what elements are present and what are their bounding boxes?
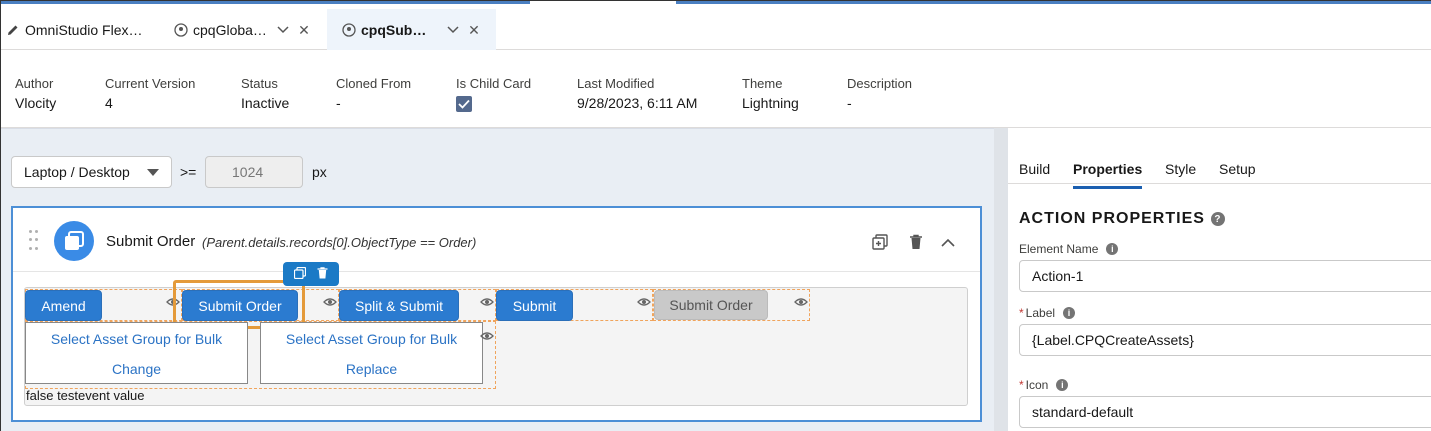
eye-icon[interactable] — [636, 296, 652, 308]
close-icon[interactable]: ✕ — [466, 22, 482, 38]
chevron-down-icon[interactable] — [445, 22, 461, 38]
icon-input[interactable]: standard-default — [1019, 396, 1431, 428]
amend-button[interactable]: Amend — [25, 290, 102, 321]
eye-icon[interactable] — [793, 296, 809, 308]
eye-icon[interactable] — [479, 296, 495, 308]
tab-indicator — [1, 1, 530, 4]
check-icon — [458, 99, 470, 109]
drag-handle-icon[interactable] — [29, 230, 39, 252]
element-name-input[interactable]: Action-1 — [1019, 260, 1431, 292]
card-info-header: Author Vlocity Current Version 4 Status … — [1, 50, 1431, 128]
info-icon[interactable]: i — [1063, 307, 1076, 319]
bulk-change-action[interactable]: Select Asset Group for Bulk Change — [25, 322, 248, 384]
card-state-header: Submit Order (Parent.details.records[0].… — [13, 208, 980, 272]
text-element: false testevent value — [26, 388, 145, 403]
eye-icon[interactable] — [322, 296, 338, 308]
tab-indicator — [676, 1, 1431, 4]
field-current-version: Current Version 4 — [105, 76, 196, 111]
eye-icon[interactable] — [479, 330, 495, 342]
chevron-down-icon[interactable] — [275, 22, 291, 38]
panel-divider[interactable] — [994, 128, 1008, 431]
device-select[interactable]: Laptop / Desktop — [11, 156, 172, 188]
card-state-title: Submit Order — [106, 233, 196, 250]
caret-down-icon — [147, 169, 159, 176]
flexcard-icon — [173, 22, 189, 38]
viewport-width-input[interactable]: 1024 — [205, 156, 303, 188]
child-card-checkbox — [456, 96, 472, 112]
flexcard-icon — [341, 22, 357, 38]
info-icon[interactable]: i — [1106, 243, 1119, 255]
tab-cpqglobal[interactable]: cpqGloba… ✕ — [169, 9, 327, 50]
label-input[interactable]: {Label.CPQCreateAssets} — [1019, 324, 1431, 356]
submit-button[interactable]: Submit — [496, 290, 573, 321]
tab-cpqsub[interactable]: cpqSub… ✕ — [327, 9, 496, 50]
clone-icon[interactable] — [871, 233, 889, 251]
field-author: Author Vlocity — [15, 76, 57, 111]
field-theme: Theme Lightning — [742, 76, 799, 111]
tab-style[interactable]: Style — [1165, 161, 1196, 177]
tab-build[interactable]: Build — [1019, 161, 1050, 177]
properties-panel: Build Properties Style Setup ACTION PROP… — [1008, 128, 1431, 431]
device-select-value: Laptop / Desktop — [24, 164, 130, 180]
tab-omnistudio[interactable]: OmniStudio Flex… — [1, 9, 161, 50]
close-icon[interactable]: ✕ — [296, 22, 312, 38]
label-field-label: * Label i — [1019, 306, 1076, 320]
chevron-up-icon[interactable] — [939, 233, 957, 251]
panel-tabs: Build Properties Style Setup — [1008, 128, 1431, 189]
tab-properties[interactable]: Properties — [1073, 161, 1143, 189]
card-state-icon — [54, 221, 94, 261]
field-is-child-card: Is Child Card — [456, 76, 531, 112]
tab-bar: OmniStudio Flex… cpqGloba… ✕ cpqSub… ✕ — [1, 1, 1431, 50]
tab-setup[interactable]: Setup — [1219, 161, 1256, 177]
panel-title: ACTION PROPERTIES ? — [1019, 210, 1225, 228]
tab-label: cpqGloba… — [193, 21, 267, 38]
delete-icon[interactable] — [907, 233, 925, 251]
operator-label: >= — [180, 164, 197, 180]
delete-icon[interactable] — [317, 266, 328, 282]
submit-order-disabled-button[interactable]: Submit Order — [654, 290, 768, 320]
card-state-condition: (Parent.details.records[0].ObjectType ==… — [202, 235, 477, 250]
clone-icon[interactable] — [294, 266, 307, 282]
pencil-icon — [5, 22, 21, 38]
field-description: Description - — [847, 76, 913, 111]
bulk-replace-action[interactable]: Select Asset Group for Bulk Replace — [260, 322, 483, 384]
element-toolbar — [283, 262, 339, 286]
split-submit-button[interactable]: Split & Submit — [339, 290, 459, 321]
icon-field-label: * Icon i — [1019, 378, 1069, 392]
field-status: Status Inactive — [241, 76, 290, 111]
field-last-modified: Last Modified 9/28/2023, 6:11 AM — [577, 76, 698, 111]
element-name-label: Element Name i — [1019, 242, 1119, 256]
help-icon[interactable]: ? — [1210, 212, 1225, 226]
field-cloned-from: Cloned From - — [336, 76, 412, 111]
info-icon[interactable]: i — [1056, 379, 1069, 391]
tab-label: cpqSub… — [361, 21, 427, 38]
unit-label: px — [312, 164, 327, 180]
tab-label: OmniStudio Flex… — [25, 21, 143, 38]
